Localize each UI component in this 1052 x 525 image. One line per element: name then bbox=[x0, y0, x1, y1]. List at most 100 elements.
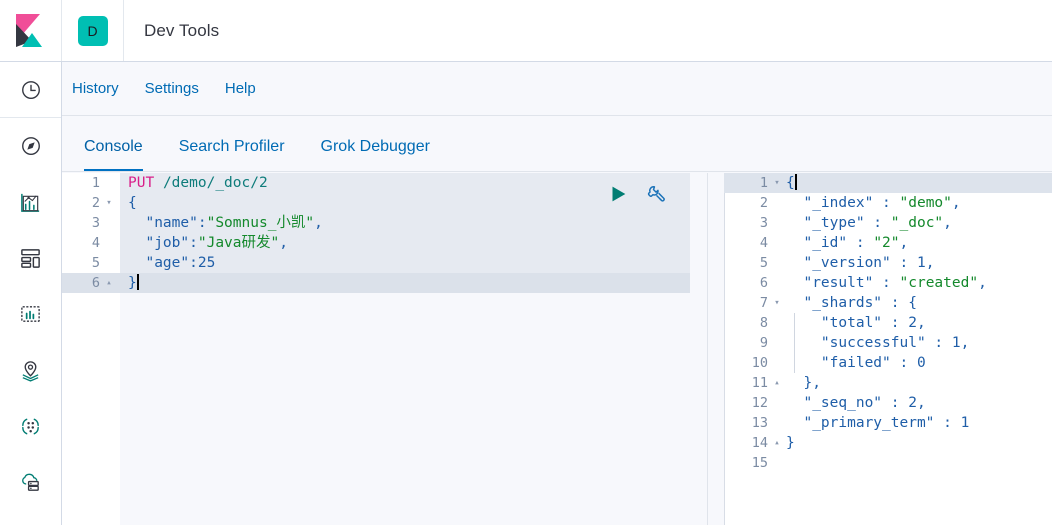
request-actions bbox=[607, 183, 667, 205]
line-number: 1 bbox=[62, 173, 100, 193]
tab-search-profiler[interactable]: Search Profiler bbox=[179, 138, 285, 171]
dashboard-icon bbox=[19, 247, 42, 270]
request-editor[interactable]: 1PUT /demo/_doc/22▾{3 "name":"Somnus_小凯"… bbox=[62, 173, 708, 525]
code-text: "_primary_term" : 1 bbox=[786, 413, 969, 433]
line-number: 11 bbox=[724, 373, 768, 393]
fold-toggle-icon[interactable]: ▴ bbox=[771, 433, 783, 454]
code-line: 2 "_index" : "demo", bbox=[724, 193, 1052, 213]
code-line: 8 "total" : 2, bbox=[724, 313, 1052, 333]
code-text: "job":"Java研发", bbox=[128, 233, 288, 253]
line-number: 5 bbox=[724, 253, 768, 273]
line-number: 2 bbox=[724, 193, 768, 213]
code-line: 13 "_primary_term" : 1 bbox=[724, 413, 1052, 433]
wrench-icon[interactable] bbox=[645, 183, 667, 205]
code-text: "_id" : "2", bbox=[786, 233, 908, 253]
fold-toggle-icon[interactable]: ▴ bbox=[771, 373, 783, 394]
text-cursor bbox=[137, 274, 139, 290]
code-line: 3 "_type" : "_doc", bbox=[724, 213, 1052, 233]
sidebar-item-infrastructure[interactable] bbox=[0, 454, 61, 510]
line-number: 3 bbox=[724, 213, 768, 233]
line-number: 9 bbox=[724, 333, 768, 353]
map-pin-icon bbox=[19, 359, 42, 382]
fold-toggle-icon[interactable]: ▾ bbox=[771, 293, 783, 314]
line-number: 4 bbox=[724, 233, 768, 253]
page-title: Dev Tools bbox=[124, 21, 219, 41]
code-text: "result" : "created", bbox=[786, 273, 987, 293]
console-body: 1PUT /demo/_doc/22▾{3 "name":"Somnus_小凯"… bbox=[62, 173, 1052, 525]
code-line: 3 "name":"Somnus_小凯", bbox=[62, 213, 708, 233]
code-text: } bbox=[786, 433, 795, 453]
code-line: 14▴} bbox=[724, 433, 1052, 453]
sidebar-item-maps[interactable] bbox=[0, 342, 61, 398]
code-text: "failed" : 0 bbox=[786, 353, 926, 373]
code-text: "age":25 bbox=[128, 253, 215, 273]
sidebar-item-logs[interactable] bbox=[0, 510, 61, 525]
line-number: 5 bbox=[62, 253, 100, 273]
tab-grok-debugger[interactable]: Grok Debugger bbox=[321, 138, 430, 171]
code-line: 1▾{ bbox=[724, 173, 1052, 193]
code-text: "total" : 2, bbox=[786, 313, 926, 333]
app-badge-button[interactable]: D bbox=[62, 0, 124, 61]
code-text: "_index" : "demo", bbox=[786, 193, 961, 213]
code-line: 9 "successful" : 1, bbox=[724, 333, 1052, 353]
code-text: "_shards" : { bbox=[786, 293, 917, 313]
code-text: } bbox=[128, 273, 139, 293]
code-line: 10 "failed" : 0 bbox=[724, 353, 1052, 373]
indent-guide bbox=[794, 313, 795, 373]
app-badge-letter: D bbox=[78, 16, 108, 46]
kibana-logo-button[interactable] bbox=[0, 0, 62, 61]
tab-bar: Console Search Profiler Grok Debugger bbox=[62, 116, 1052, 172]
code-text: { bbox=[128, 193, 137, 213]
play-icon[interactable] bbox=[607, 183, 629, 205]
fold-toggle-icon[interactable]: ▾ bbox=[771, 173, 783, 194]
sidebar-item-dashboard[interactable] bbox=[0, 230, 61, 286]
code-text: { bbox=[786, 173, 797, 193]
sidebar-item-machine-learning[interactable] bbox=[0, 398, 61, 454]
code-text: "name":"Somnus_小凯", bbox=[128, 213, 323, 233]
navlink-help[interactable]: Help bbox=[225, 80, 256, 97]
global-nav-sidebar bbox=[0, 62, 62, 525]
line-number: 3 bbox=[62, 213, 100, 233]
sidebar-item-recently-viewed[interactable] bbox=[0, 62, 61, 118]
code-line: 6 "result" : "created", bbox=[724, 273, 1052, 293]
code-line: 11▴ }, bbox=[724, 373, 1052, 393]
text-cursor bbox=[795, 174, 797, 190]
kibana-logo-icon bbox=[16, 14, 46, 48]
code-line: 5 "_version" : 1, bbox=[724, 253, 1052, 273]
fold-toggle-icon[interactable]: ▴ bbox=[103, 273, 115, 294]
code-line: 6▴} bbox=[62, 273, 708, 293]
tab-console[interactable]: Console bbox=[84, 138, 143, 171]
line-number: 1 bbox=[724, 173, 768, 193]
sidebar-item-visualize[interactable] bbox=[0, 174, 61, 230]
console-navbar: History Settings Help bbox=[62, 62, 1052, 116]
code-line: 7▾ "_shards" : { bbox=[724, 293, 1052, 313]
code-text: "_seq_no" : 2, bbox=[786, 393, 926, 413]
canvas-icon bbox=[19, 303, 42, 326]
compass-icon bbox=[20, 135, 42, 157]
response-code: 1▾{2 "_index" : "demo",3 "_type" : "_doc… bbox=[724, 173, 1052, 473]
line-number: 6 bbox=[62, 273, 100, 293]
sidebar-item-canvas[interactable] bbox=[0, 286, 61, 342]
line-number: 12 bbox=[724, 393, 768, 413]
dev-tools-page: D Dev Tools bbox=[0, 0, 1052, 525]
code-line: 5 "age":25 bbox=[62, 253, 708, 273]
line-number: 6 bbox=[724, 273, 768, 293]
code-text: "successful" : 1, bbox=[786, 333, 969, 353]
code-line: 4 "_id" : "2", bbox=[724, 233, 1052, 253]
code-line: 12 "_seq_no" : 2, bbox=[724, 393, 1052, 413]
code-text: }, bbox=[786, 373, 821, 393]
code-text: "_version" : 1, bbox=[786, 253, 934, 273]
navlink-history[interactable]: History bbox=[72, 80, 119, 97]
navlink-settings[interactable]: Settings bbox=[145, 80, 199, 97]
response-panel[interactable]: 1▾{2 "_index" : "demo",3 "_type" : "_doc… bbox=[708, 173, 1052, 525]
line-number: 8 bbox=[724, 313, 768, 333]
main-panel: History Settings Help Console Search Pro… bbox=[62, 62, 1052, 525]
infra-cloud-icon bbox=[19, 471, 42, 494]
code-text: PUT /demo/_doc/2 bbox=[128, 173, 268, 193]
sidebar-item-discover[interactable] bbox=[0, 118, 61, 174]
line-number: 10 bbox=[724, 353, 768, 373]
code-text: "_type" : "_doc", bbox=[786, 213, 952, 233]
line-number: 7 bbox=[724, 293, 768, 313]
ml-nodes-icon bbox=[19, 415, 42, 438]
fold-toggle-icon[interactable]: ▾ bbox=[103, 193, 115, 214]
